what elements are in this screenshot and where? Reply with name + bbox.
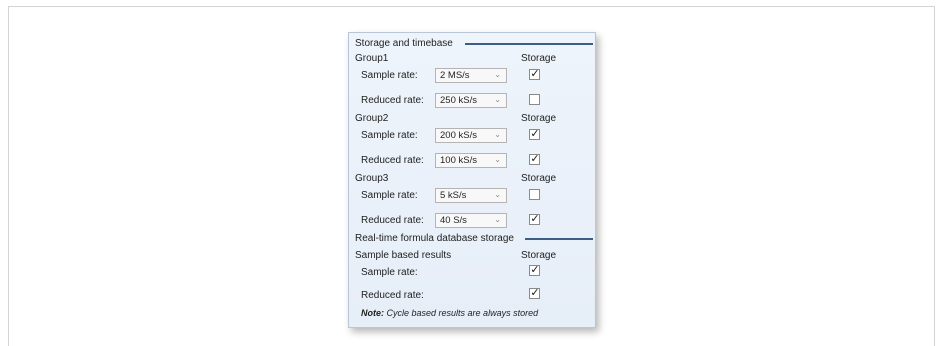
group2-sample-storage-checkbox[interactable]: ✓ [529,127,540,140]
checkmark-icon: ✓ [530,212,540,225]
group1-reduced-storage-checkbox[interactable] [529,94,540,105]
group3-label: Group3 [355,173,389,184]
group3-reduced-rate-label: Reduced rate: [361,215,424,226]
realtime-sample-storage-checkbox[interactable]: ✓ [529,263,540,276]
chevron-down-icon: ⌄ [494,70,501,79]
group3-reduced-rate-select[interactable]: 40 S/s ⌄ [435,213,507,228]
group1-sample-rate-select[interactable]: 2 MS/s ⌄ [435,68,507,83]
group3-sample-rate-select[interactable]: 5 kS/s ⌄ [435,188,507,203]
group2-reduced-rate-select[interactable]: 100 kS/s ⌄ [435,153,507,168]
group1-sample-rate-value: 2 MS/s [440,70,470,81]
chevron-down-icon: ⌄ [494,155,501,164]
group2-sample-rate-label: Sample rate: [361,130,418,141]
chevron-down-icon: ⌄ [494,215,501,224]
group1-sample-rate-label: Sample rate: [361,70,418,81]
chevron-down-icon: ⌄ [494,130,501,139]
group2-reduced-rate-label: Reduced rate: [361,155,424,166]
group1-reduced-rate-label: Reduced rate: [361,95,424,106]
chevron-down-icon: ⌄ [494,95,501,104]
section-divider [465,43,593,45]
group2-label: Group2 [355,113,389,124]
group1-sample-storage-checkbox[interactable]: ✓ [529,67,540,80]
group2-storage-header: Storage [521,113,557,124]
checkmark-icon: ✓ [530,286,540,299]
group2-sample-rate-select[interactable]: 200 kS/s ⌄ [435,128,507,143]
section-title-storage-timebase: Storage and timebase [355,38,453,49]
realtime-subtitle: Sample based results [355,250,452,261]
group3-sample-rate-value: 5 kS/s [440,190,467,201]
group3-storage-header: Storage [521,173,557,184]
group2-sample-rate-value: 200 kS/s [440,130,477,141]
note-prefix: Note: [361,308,384,318]
realtime-reduced-storage-checkbox[interactable]: ✓ [529,286,540,299]
group1-reduced-rate-value: 250 kS/s [440,95,477,106]
chevron-down-icon: ⌄ [494,190,501,199]
checkmark-icon: ✓ [530,263,540,276]
section-title-realtime: Real-time formula database storage [355,233,514,244]
footnote: Note: Cycle based results are always sto… [361,309,538,318]
group2-reduced-rate-value: 100 kS/s [440,155,477,166]
group2-reduced-storage-checkbox[interactable]: ✓ [529,152,540,165]
group3-sample-rate-label: Sample rate: [361,190,418,201]
checkmark-icon: ✓ [530,127,540,140]
group3-sample-storage-checkbox[interactable] [529,189,540,200]
group3-reduced-storage-checkbox[interactable]: ✓ [529,212,540,225]
checkmark-icon: ✓ [530,67,540,80]
checkmark-icon: ✓ [530,152,540,165]
group1-label: Group1 [355,53,389,64]
section-divider [525,238,593,240]
realtime-sample-rate-label: Sample rate: [361,267,418,278]
group1-reduced-rate-select[interactable]: 250 kS/s ⌄ [435,93,507,108]
storage-settings-panel: Storage and timebase Group1 Storage Samp… [348,32,596,328]
group1-storage-header: Storage [521,53,557,64]
realtime-storage-header: Storage [521,250,557,261]
note-text: Cycle based results are always stored [386,308,539,318]
realtime-reduced-rate-label: Reduced rate: [361,290,424,301]
group3-reduced-rate-value: 40 S/s [440,215,467,226]
